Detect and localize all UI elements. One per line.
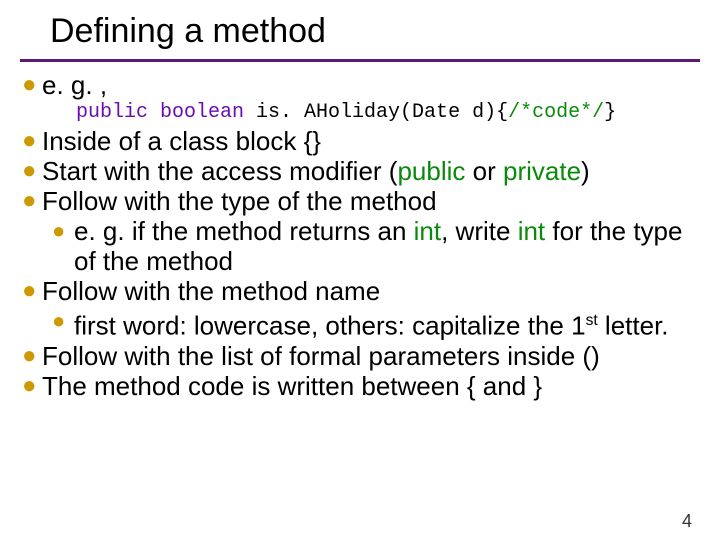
bullet-icon: ● bbox=[20, 276, 42, 306]
highlight: public bbox=[397, 156, 465, 186]
bullet-item: ● first word: lowercase, others: capital… bbox=[52, 306, 700, 341]
bullet-icon: ● bbox=[20, 126, 42, 156]
bullet-text: Inside of a class block {} bbox=[42, 126, 700, 156]
bullet-text: Follow with the list of formal parameter… bbox=[42, 341, 700, 371]
nested-list: ● e. g. if the method returns an int, wr… bbox=[20, 216, 700, 276]
bullet-text: e. g. , bbox=[42, 70, 700, 100]
bullet-icon: ● bbox=[52, 216, 74, 246]
bullet-text: Follow with the type of the method bbox=[42, 186, 700, 216]
bullet-icon: ● bbox=[20, 70, 42, 100]
bullet-item: ● Inside of a class block {} bbox=[20, 126, 700, 156]
bullet-text: first word: lowercase, others: capitaliz… bbox=[74, 306, 700, 341]
code-keyword: public boolean bbox=[76, 101, 256, 124]
bullet-icon: ● bbox=[52, 306, 74, 336]
bullet-text: Start with the access modifier (public o… bbox=[42, 156, 700, 186]
code-text: } bbox=[604, 101, 616, 124]
nested-list: ● first word: lowercase, others: capital… bbox=[20, 306, 700, 341]
bullet-icon: ● bbox=[20, 341, 42, 371]
bullet-icon: ● bbox=[20, 371, 42, 401]
bullet-text: Follow with the method name bbox=[42, 276, 700, 306]
slide-content: ● e. g. , public boolean is. AHoliday(Da… bbox=[0, 70, 720, 401]
code-comment: /*code*/ bbox=[508, 101, 604, 124]
bullet-item: ● Follow with the method name bbox=[20, 276, 700, 306]
bullet-item: ● The method code is written between { a… bbox=[20, 371, 700, 401]
highlight: int bbox=[414, 216, 441, 246]
bullet-item: ● e. g. , bbox=[20, 70, 700, 100]
bullet-item: ● Follow with the list of formal paramet… bbox=[20, 341, 700, 371]
bullet-item: ● Follow with the type of the method bbox=[20, 186, 700, 216]
bullet-text: The method code is written between { and… bbox=[42, 371, 700, 401]
bullet-item: ● Start with the access modifier (public… bbox=[20, 156, 700, 186]
slide-title: Defining a method bbox=[0, 0, 720, 57]
code-text: is. AHoliday(Date d){ bbox=[256, 101, 508, 124]
highlight: int bbox=[518, 216, 545, 246]
bullet-icon: ● bbox=[20, 186, 42, 216]
title-rule bbox=[20, 59, 700, 62]
superscript: st bbox=[586, 312, 598, 329]
bullet-text: e. g. if the method returns an int, writ… bbox=[74, 216, 700, 276]
bullet-icon: ● bbox=[20, 156, 42, 186]
page-number: 4 bbox=[682, 511, 692, 532]
bullet-item: ● e. g. if the method returns an int, wr… bbox=[52, 216, 700, 276]
code-line: public boolean is. AHoliday(Date d){/*co… bbox=[20, 100, 700, 126]
highlight: private bbox=[503, 156, 581, 186]
